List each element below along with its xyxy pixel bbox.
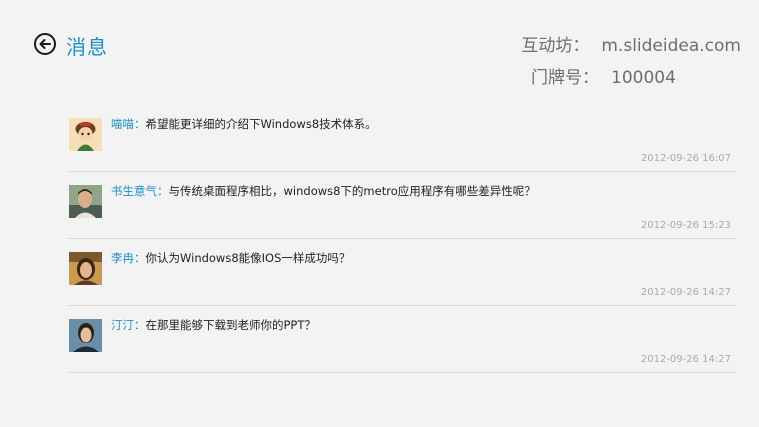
message-item[interactable]: 汀汀：在那里能够下载到老师你的PPT？ 2012-09-26 14:27 — [68, 307, 736, 373]
message-content: 书生意气：与传统桌面程序相比，windows8下的metro应用程序有哪些差异性… — [111, 184, 536, 198]
message-item[interactable]: 喵喵：希望能更详细的介绍下Windows8技术体系。 2012-09-26 16… — [68, 106, 736, 172]
woman-photo-avatar-icon — [69, 252, 102, 285]
session-info: 互动坊： m.slideidea.com 门牌号： 100004 — [521, 30, 741, 94]
message-item[interactable]: 书生意气：与传统桌面程序相比，windows8下的metro应用程序有哪些差异性… — [68, 173, 736, 239]
timestamp: 2012-09-26 15:23 — [640, 220, 731, 231]
author-name[interactable]: 汀汀： — [111, 318, 146, 332]
info-row-room: 门牌号： 100004 — [521, 62, 741, 94]
person-photo-avatar-icon — [69, 319, 102, 352]
site-value: m.slideidea.com — [601, 36, 741, 56]
message-text: 你认为Windows8能像IOS一样成功吗？ — [145, 251, 351, 265]
avatar — [69, 252, 102, 285]
avatar — [69, 185, 102, 218]
info-row-site: 互动坊： m.slideidea.com — [521, 30, 741, 62]
author-name[interactable]: 书生意气： — [111, 184, 169, 198]
author-name[interactable]: 喵喵： — [111, 117, 146, 131]
back-button[interactable] — [34, 33, 56, 55]
room-label: 门牌号： — [531, 68, 599, 88]
message-content: 汀汀：在那里能够下载到老师你的PPT？ — [111, 318, 316, 332]
avatar — [69, 319, 102, 352]
page-title: 消息 — [66, 35, 108, 59]
timestamp: 2012-09-26 14:27 — [640, 287, 731, 298]
room-value: 100004 — [611, 68, 676, 88]
message-content: 李冉：你认为Windows8能像IOS一样成功吗？ — [111, 251, 350, 265]
message-item[interactable]: 李冉：你认为Windows8能像IOS一样成功吗？ 2012-09-26 14:… — [68, 240, 736, 306]
cartoon-avatar-icon — [69, 118, 102, 151]
site-label: 互动坊： — [521, 36, 590, 56]
message-content: 喵喵：希望能更详细的介绍下Windows8技术体系。 — [111, 117, 377, 131]
back-arrow-icon — [39, 39, 51, 49]
timestamp: 2012-09-26 16:07 — [640, 153, 731, 164]
message-list: 喵喵：希望能更详细的介绍下Windows8技术体系。 2012-09-26 16… — [68, 106, 736, 374]
message-text: 与传统桌面程序相比，windows8下的metro应用程序有哪些差异性呢？ — [168, 184, 536, 198]
man-photo-avatar-icon — [69, 185, 102, 218]
message-text: 在那里能够下载到老师你的PPT？ — [145, 318, 316, 332]
timestamp: 2012-09-26 14:27 — [640, 354, 731, 365]
avatar — [69, 118, 102, 151]
message-text: 希望能更详细的介绍下Windows8技术体系。 — [145, 117, 377, 131]
author-name[interactable]: 李冉： — [111, 251, 146, 265]
